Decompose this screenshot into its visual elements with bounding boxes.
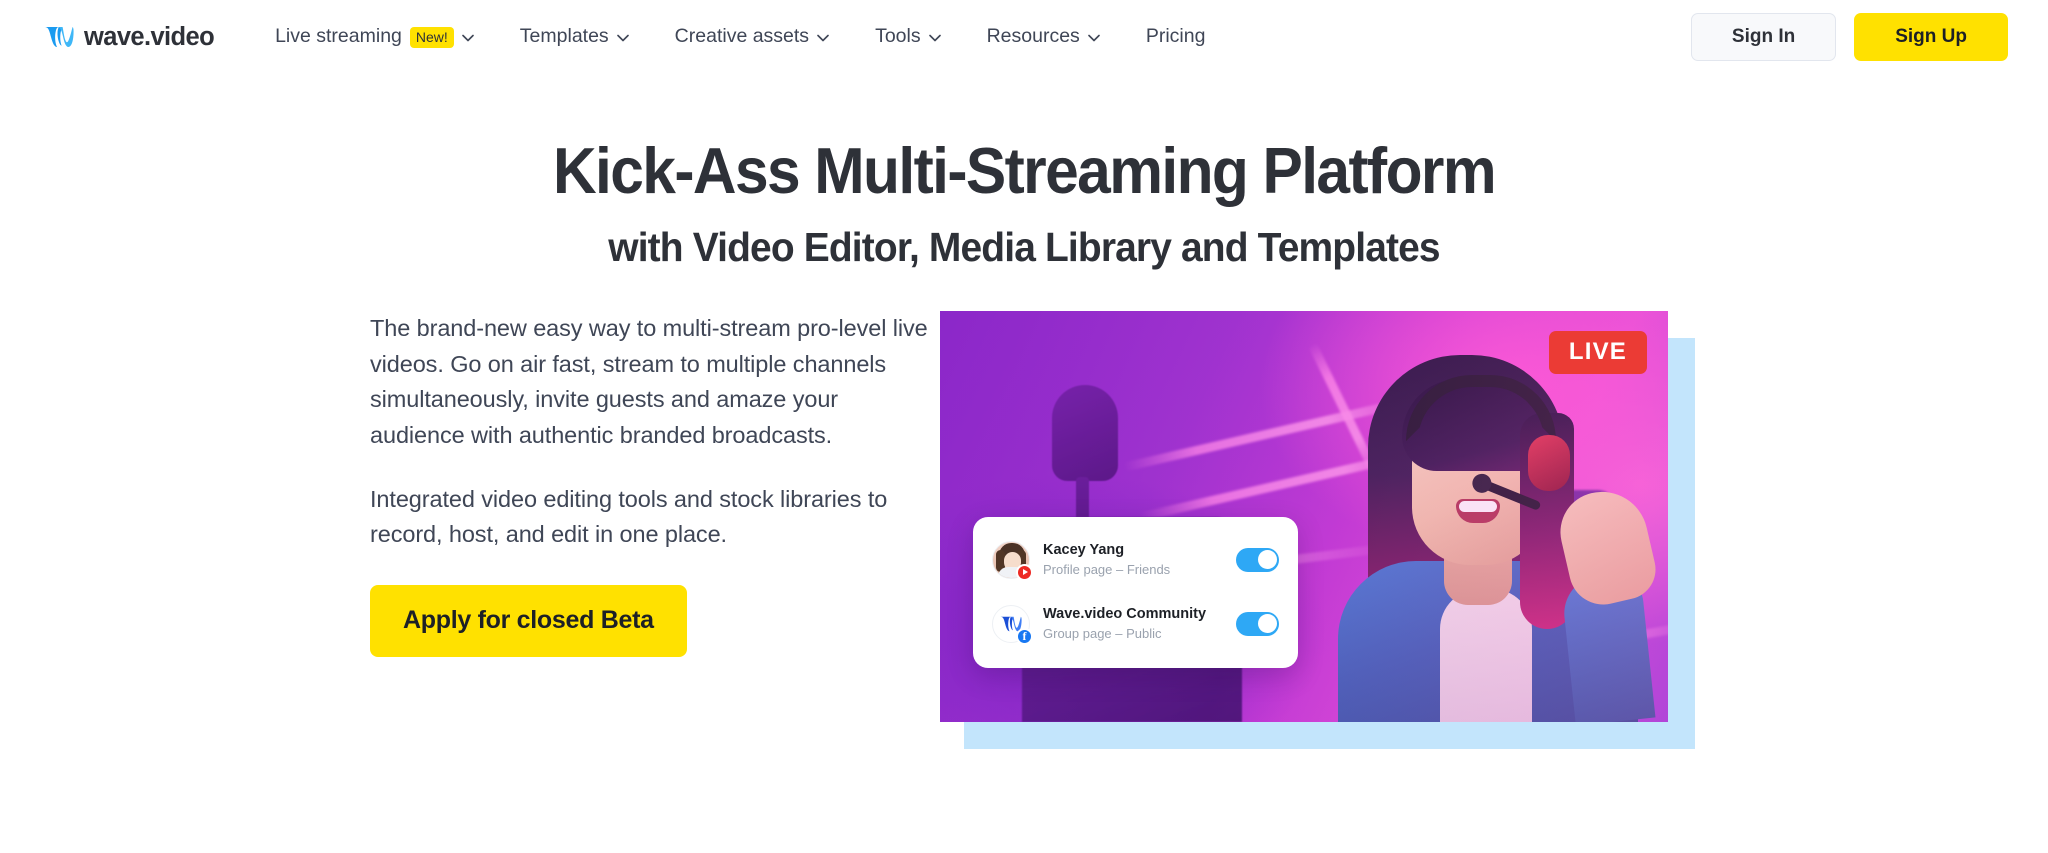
apply-beta-button[interactable]: Apply for closed Beta [370,585,687,657]
chevron-down-icon [928,34,941,42]
nav-label: Templates [519,25,609,48]
hero-photo: LIVE Kacey Yang Profile page – Friends f… [940,310,1668,722]
nav-item-pricing[interactable]: Pricing [1123,18,1229,55]
hero-copy-column: The brand-new easy way to multi-stream p… [370,311,930,657]
nav-item-templates[interactable]: Templates [497,18,652,55]
brand-logo-link[interactable]: wave.video [44,22,215,52]
live-badge: LIVE [1548,330,1647,374]
nav-item-tools[interactable]: Tools [852,18,964,55]
nav-item-creative-assets[interactable]: Creative assets [652,18,852,55]
avatar [992,540,1033,581]
webcam-object [1052,384,1118,563]
nav-label: Creative assets [674,25,810,48]
destination-name: Wave.video Community [1043,606,1207,623]
page-subtitle: with Video Editor, Media Library and Tem… [608,223,1440,270]
nav-label: Live streaming [275,25,402,48]
hero-paragraph-2: Integrated video editing tools and stock… [370,485,888,548]
nav-item-resources[interactable]: Resources [964,18,1123,55]
chevron-down-icon [461,34,474,42]
destination-meta: Wave.video Community Group page – Public [1043,605,1223,642]
sign-in-button[interactable]: Sign In [1690,12,1837,62]
header-actions: Sign In Sign Up [1690,12,2008,62]
hero-media: LIVE Kacey Yang Profile page – Friends f… [940,310,1695,751]
chevron-down-icon [817,34,829,42]
chevron-down-icon [616,34,629,42]
wave-logo-icon [44,27,74,47]
nav-label: Pricing [1145,25,1206,48]
destination-toggle[interactable] [1236,611,1279,636]
hero-section: Kick-Ass Multi-Streaming Platform with V… [0,74,2048,841]
chevron-down-icon [1088,34,1100,42]
page-title: Kick-Ass Multi-Streaming Platform [552,134,1497,207]
new-badge: New! [409,26,454,48]
site-header: wave.video Live streaming New! Templates… [0,0,2048,74]
hero-body: The brand-new easy way to multi-stream p… [0,310,2048,841]
streaming-destinations-card: Kacey Yang Profile page – Friends f Wave… [973,516,1298,668]
nav-item-live-streaming[interactable]: Live streaming New! [252,18,497,55]
nav-label: Tools [875,25,921,48]
destination-description: Group page – Public [1043,625,1162,641]
hero-paragraph-1: The brand-new easy way to multi-stream p… [370,314,928,449]
destination-row[interactable]: Kacey Yang Profile page – Friends [990,534,1281,586]
main-navigation: Live streaming New! Templates Creative a… [252,18,1228,55]
sign-up-button[interactable]: Sign Up [1854,12,2008,62]
destination-meta: Kacey Yang Profile page – Friends [1043,541,1223,578]
facebook-icon: f [1016,627,1033,645]
youtube-icon [1016,563,1033,581]
destination-toggle[interactable] [1236,547,1279,572]
brand-name: wave.video [84,22,215,51]
destination-description: Profile page – Friends [1043,561,1171,577]
nav-label: Resources [986,25,1080,48]
streamer-person [1332,339,1662,722]
destination-name: Kacey Yang [1043,542,1125,559]
avatar: f [992,604,1033,645]
destination-row[interactable]: f Wave.video Community Group page – Publ… [990,598,1281,650]
